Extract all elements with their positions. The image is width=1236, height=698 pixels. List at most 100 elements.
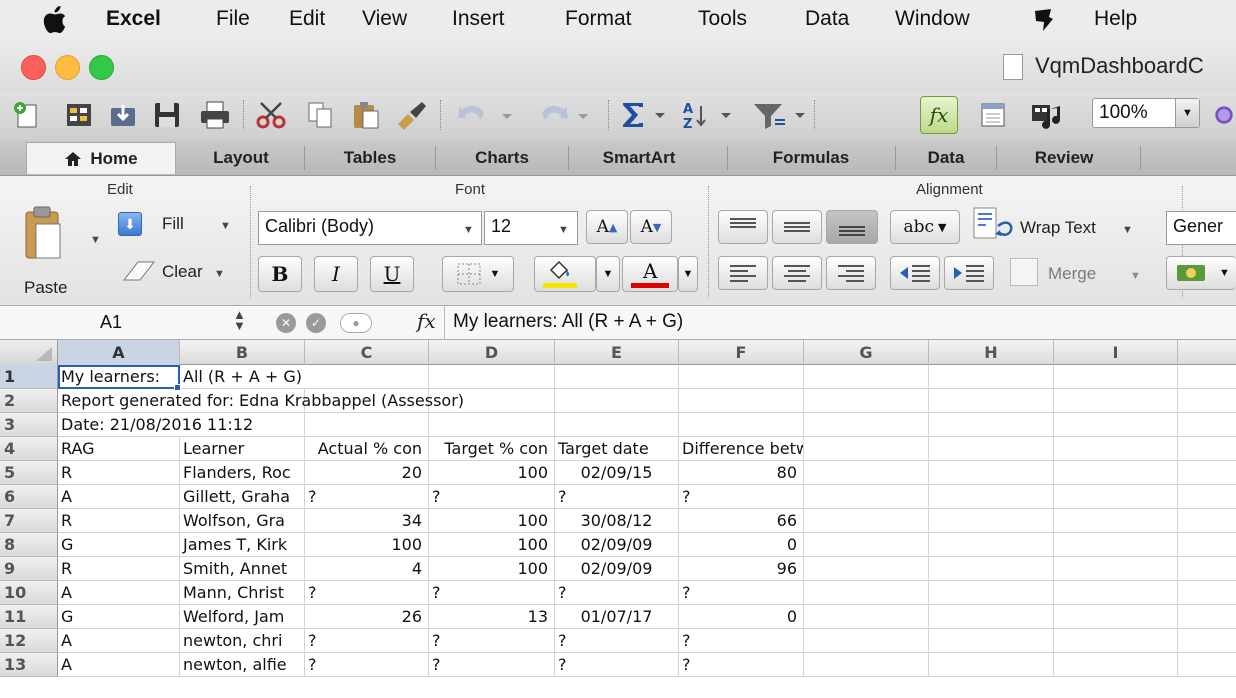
cell-next11[interactable] <box>1178 605 1236 629</box>
cell-e13[interactable]: ? <box>555 653 679 677</box>
cell-next5[interactable] <box>1178 461 1236 485</box>
gallery-icon[interactable] <box>60 96 98 134</box>
cell-f3[interactable] <box>679 413 804 437</box>
menu-help[interactable]: Help <box>1094 7 1137 31</box>
cell-b11[interactable]: Welford, Jam <box>180 605 305 629</box>
menu-format[interactable]: Format <box>565 7 632 31</box>
cell-e3[interactable] <box>555 413 679 437</box>
cell-d6[interactable]: ? <box>429 485 555 509</box>
toggle-formula-icon[interactable]: ● <box>340 313 372 333</box>
menu-tools[interactable]: Tools <box>698 7 747 31</box>
column-header-d[interactable]: D <box>429 340 555 365</box>
tab-layout[interactable]: Layout <box>178 142 304 174</box>
cell-h13[interactable] <box>929 653 1054 677</box>
sort-icon[interactable]: AZ <box>680 96 740 134</box>
tab-home[interactable]: Home <box>26 142 176 174</box>
cell-b8[interactable]: James T, Kirk <box>180 533 305 557</box>
clear-button[interactable]: Clear ▼ <box>118 256 258 290</box>
cell-i9[interactable] <box>1054 557 1178 581</box>
cell-f13[interactable]: ? <box>679 653 804 677</box>
cell-next8[interactable] <box>1178 533 1236 557</box>
row-header[interactable]: 3 <box>0 413 58 437</box>
paste-toolbar-icon[interactable] <box>347 96 385 134</box>
cell-h3[interactable] <box>929 413 1054 437</box>
cell-g5[interactable] <box>804 461 929 485</box>
cell-e11[interactable]: 01/07/17 <box>555 605 679 629</box>
row-header[interactable]: 13 <box>0 653 58 677</box>
cell-next10[interactable] <box>1178 581 1236 605</box>
column-header-g[interactable]: G <box>804 340 929 365</box>
cell-a3[interactable]: Date: 21/08/2016 11:12 <box>58 413 253 437</box>
cell-g1[interactable] <box>804 365 929 389</box>
formula-input[interactable]: My learners: All (R + A + G) <box>453 311 683 333</box>
font-size-dropdown-arrow[interactable]: ▼ <box>558 224 569 236</box>
row-header[interactable]: 5 <box>0 461 58 485</box>
print-icon[interactable] <box>196 96 234 134</box>
clear-dropdown-arrow[interactable]: ▼ <box>214 268 225 280</box>
row-header[interactable]: 11 <box>0 605 58 629</box>
number-format-select[interactable]: Gener <box>1166 211 1236 245</box>
row-header[interactable]: 10 <box>0 581 58 605</box>
cell-next6[interactable] <box>1178 485 1236 509</box>
cell-b1[interactable]: All (R + A + G) <box>180 365 305 389</box>
cell-d1[interactable] <box>429 365 555 389</box>
borders-button[interactable]: ▼ <box>442 256 514 292</box>
media-browser-icon[interactable] <box>1028 96 1066 134</box>
select-all-corner[interactable] <box>0 340 58 365</box>
cell-d12[interactable]: ? <box>429 629 555 653</box>
cell-h1[interactable] <box>929 365 1054 389</box>
fill-color-button[interactable] <box>534 256 596 292</box>
cell-g7[interactable] <box>804 509 929 533</box>
cell-f1[interactable] <box>679 365 804 389</box>
cell-f12[interactable]: ? <box>679 629 804 653</box>
cell-f7[interactable]: 66 <box>679 509 804 533</box>
cell-g9[interactable] <box>804 557 929 581</box>
show-hide-toolbox-icon[interactable] <box>974 96 1012 134</box>
align-right-button[interactable] <box>826 256 876 290</box>
cell-h11[interactable] <box>929 605 1054 629</box>
cell-c7[interactable]: 34 <box>305 509 429 533</box>
column-header-e[interactable]: E <box>555 340 679 365</box>
cell-h10[interactable] <box>929 581 1054 605</box>
tab-charts[interactable]: Charts <box>436 142 568 174</box>
row-header[interactable]: 8 <box>0 533 58 557</box>
cell-i6[interactable] <box>1054 485 1178 509</box>
cell-h9[interactable] <box>929 557 1054 581</box>
save-icon[interactable] <box>148 96 186 134</box>
cell-i11[interactable] <box>1054 605 1178 629</box>
align-middle-button[interactable] <box>772 210 822 244</box>
cell-e6[interactable]: ? <box>555 485 679 509</box>
row-header[interactable]: 2 <box>0 389 58 413</box>
align-bottom-button[interactable] <box>826 210 878 244</box>
fx-label[interactable]: fx <box>417 309 436 333</box>
cell-g10[interactable] <box>804 581 929 605</box>
cell-next9[interactable] <box>1178 557 1236 581</box>
cell-g6[interactable] <box>804 485 929 509</box>
tab-formulas[interactable]: Formulas <box>728 142 894 174</box>
cell-i1[interactable] <box>1054 365 1178 389</box>
cell-i13[interactable] <box>1054 653 1178 677</box>
name-box[interactable]: A1 <box>0 306 245 340</box>
row-header[interactable]: 12 <box>0 629 58 653</box>
cell-c4[interactable]: Actual % con <box>305 437 429 461</box>
apple-icon[interactable] <box>42 6 68 34</box>
spreadsheet-grid[interactable]: A B C D E F G H I 1 My learners: All (R + A + G) 2 Re… <box>0 340 1236 698</box>
cell-next7[interactable] <box>1178 509 1236 533</box>
grow-font-button[interactable]: A ▲ <box>586 210 628 244</box>
cell-a12[interactable]: A <box>58 629 180 653</box>
cell-d5[interactable]: 100 <box>429 461 555 485</box>
cell-c12[interactable]: ? <box>305 629 429 653</box>
fill-handle[interactable] <box>174 384 181 391</box>
cell-d3[interactable] <box>429 413 555 437</box>
cell-e2[interactable] <box>555 389 679 413</box>
wrap-text-dropdown-arrow[interactable]: ▼ <box>1122 224 1133 236</box>
tab-smartart[interactable]: SmartArt <box>569 142 709 174</box>
align-center-button[interactable] <box>772 256 822 290</box>
cell-c10[interactable]: ? <box>305 581 429 605</box>
cell-g3[interactable] <box>804 413 929 437</box>
cell-b6[interactable]: Gillett, Graha <box>180 485 305 509</box>
bold-button[interactable]: B <box>258 256 302 292</box>
currency-format-button[interactable]: ▼ <box>1166 256 1236 290</box>
cell-i10[interactable] <box>1054 581 1178 605</box>
new-workbook-icon[interactable] <box>8 96 46 134</box>
